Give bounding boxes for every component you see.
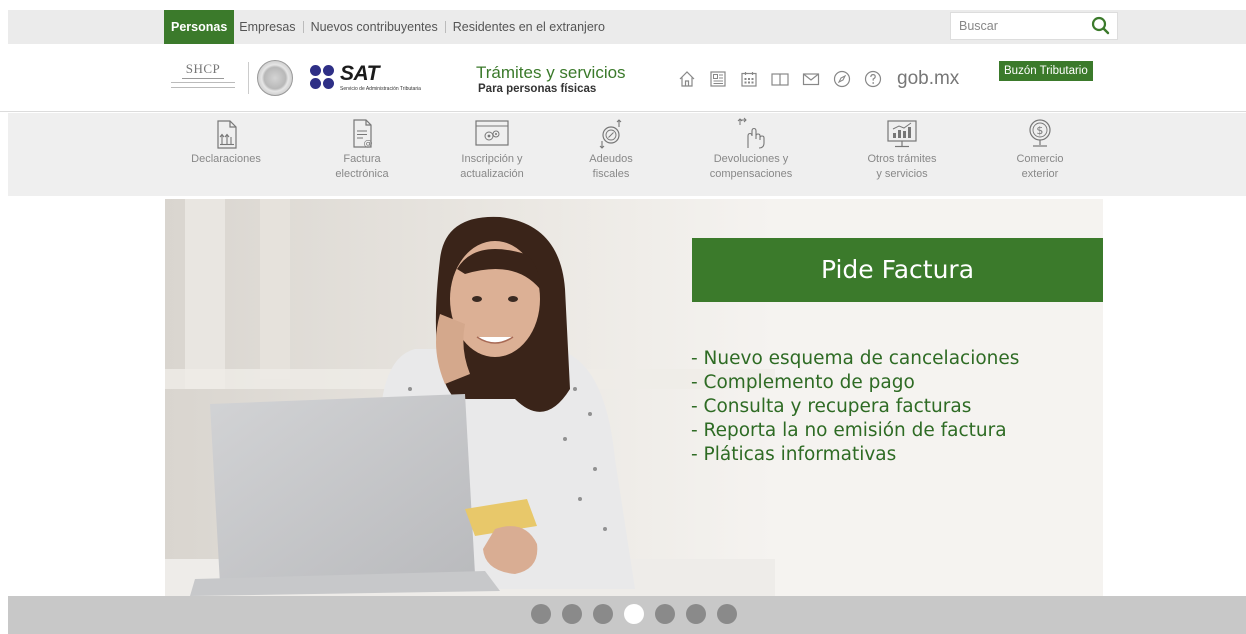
sat-logo-text: SAT [340, 62, 379, 85]
search-box [950, 12, 1118, 40]
news-icon[interactable] [708, 69, 728, 89]
category-label: Inscripción y actualización [460, 153, 524, 180]
inscripcion-icon [475, 120, 509, 146]
buzon-tributario-button[interactable]: Buzón Tributario [999, 61, 1093, 81]
category-label: Factura electrónica [335, 153, 389, 180]
gob-mx-link[interactable]: gob.mx [897, 68, 959, 90]
carousel-dot-7[interactable] [717, 604, 737, 624]
site-header: SHCP SAT Servicio de Administración Trib… [0, 44, 1246, 112]
tab-residentes-extranjero[interactable]: Residentes en el extranjero [448, 10, 610, 44]
category-inscripcion-actualizacion[interactable]: Inscripción y actualización [427, 113, 557, 196]
factura-icon: @ [353, 119, 373, 149]
category-declaraciones[interactable]: Declaraciones [161, 113, 291, 196]
comercio-icon: $ [1029, 119, 1051, 147]
tab-divider [444, 21, 446, 33]
hero-bullet-item[interactable]: - Reporta la no emisión de factura [691, 419, 1019, 443]
otros-tramites-icon [887, 120, 917, 148]
hero-banner[interactable]: Pide Factura - Nuevo esquema de cancelac… [165, 199, 1103, 596]
book-icon[interactable] [770, 69, 790, 89]
category-label: Adeudos fiscales [589, 153, 633, 180]
audience-tabs: Personas Empresas Nuevos contribuyentes … [164, 10, 610, 44]
category-label: Devoluciones y compensaciones [709, 153, 793, 180]
header-divider [248, 62, 249, 94]
help-icon[interactable] [863, 69, 883, 89]
category-otros-tramites[interactable]: Otros trámites y servicios [837, 113, 967, 196]
svg-text:$: $ [1036, 124, 1043, 137]
category-label: Comercio exterior [1016, 153, 1064, 180]
mail-icon[interactable] [801, 69, 821, 89]
carousel-controls [8, 596, 1246, 634]
header-nav-icons: gob.mx [677, 68, 959, 90]
section-title-sub: Para personas físicas [478, 83, 597, 95]
shcp-logo-text: SHCP [181, 61, 225, 79]
home-icon[interactable] [677, 69, 697, 89]
tab-empresas[interactable]: Empresas [234, 10, 300, 44]
category-comercio-exterior[interactable]: $ Comercio exterior [975, 113, 1105, 196]
carousel-dot-5[interactable] [655, 604, 675, 624]
hero-bullet-item[interactable]: - Consulta y recupera facturas [691, 395, 1019, 419]
carousel-dot-2[interactable] [562, 604, 582, 624]
adeudos-icon [599, 119, 622, 149]
tab-nuevos-contribuyentes[interactable]: Nuevos contribuyentes [306, 10, 443, 44]
devoluciones-icon [737, 117, 765, 149]
search-icon [1091, 16, 1110, 35]
section-title: Trámites y servicios Para personas físic… [476, 63, 626, 95]
category-nav: Declaraciones @ Factura electrónica Insc… [8, 113, 1246, 196]
carousel-dot-4[interactable] [624, 604, 644, 624]
category-label: Declaraciones [191, 153, 261, 165]
carousel-dot-1[interactable] [531, 604, 551, 624]
declaraciones-icon [217, 120, 237, 149]
category-label: Otros trámites y servicios [867, 153, 937, 180]
section-title-main: Trámites y servicios [476, 63, 626, 82]
sat-logo-subtitle: Servicio de Administración Tributaria [340, 86, 421, 92]
hero-bullet-item[interactable]: - Nuevo esquema de cancelaciones [691, 347, 1019, 371]
hero-bullet-list: - Nuevo esquema de cancelaciones - Compl… [691, 347, 1019, 467]
category-adeudos-fiscales[interactable]: Adeudos fiscales [546, 113, 676, 196]
calendar-icon[interactable] [739, 69, 759, 89]
top-bar: Personas Empresas Nuevos contribuyentes … [8, 10, 1246, 44]
sat-logo-mark [310, 64, 336, 90]
category-devoluciones-compensaciones[interactable]: Devoluciones y compensaciones [686, 113, 816, 196]
carousel-dot-3[interactable] [593, 604, 613, 624]
carousel-dots [531, 604, 737, 624]
hero-title[interactable]: Pide Factura [692, 238, 1103, 302]
tab-personas[interactable]: Personas [164, 10, 235, 44]
sat-logo[interactable]: SAT Servicio de Administración Tributari… [310, 62, 421, 94]
hero-photo-woman-laptop [165, 199, 775, 596]
hero-bullet-item[interactable]: - Complemento de pago [691, 371, 1019, 395]
hero-bullet-item[interactable]: - Pláticas informativas [691, 443, 1019, 467]
national-seal-logo [257, 60, 293, 96]
search-button[interactable] [1089, 15, 1113, 37]
compass-icon[interactable] [832, 69, 852, 89]
tab-divider [302, 21, 304, 33]
shcp-logo-lines [171, 82, 235, 88]
carousel-dot-6[interactable] [686, 604, 706, 624]
category-factura-electronica[interactable]: @ Factura electrónica [297, 113, 427, 196]
search-input[interactable] [951, 13, 1083, 39]
shcp-logo[interactable]: SHCP [165, 60, 241, 96]
svg-text:@: @ [364, 139, 373, 149]
